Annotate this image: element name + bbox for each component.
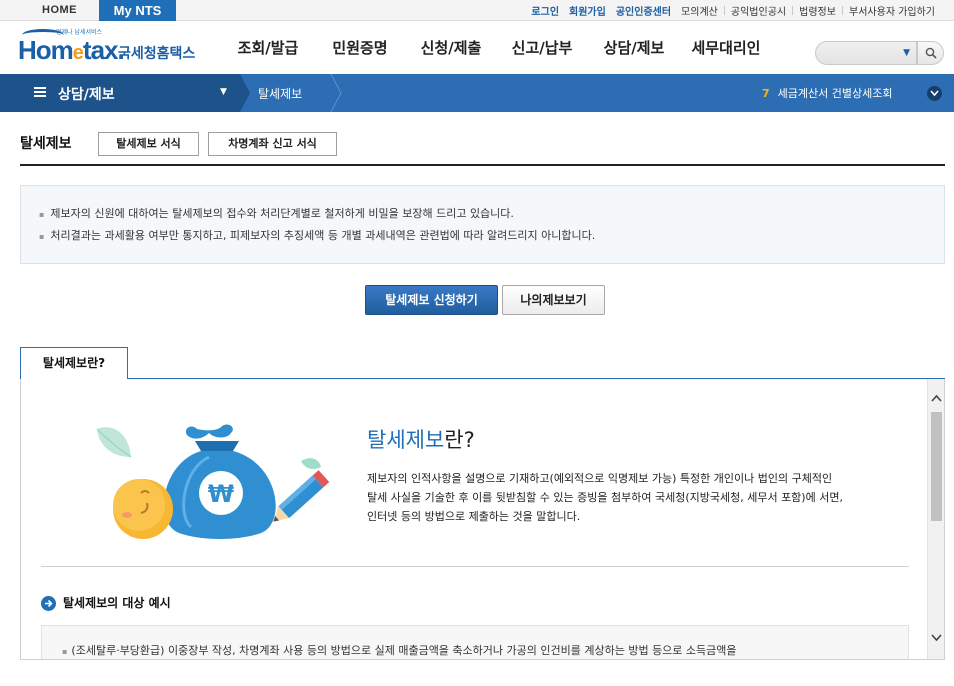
scroll-thumb[interactable] bbox=[931, 412, 942, 521]
nav-lookup-issue[interactable]: 조회/발급 bbox=[222, 37, 314, 58]
nav-civil-cert[interactable]: 민원증명 bbox=[314, 37, 406, 58]
svg-text:₩: ₩ bbox=[208, 480, 235, 508]
borrowed-account-form-button[interactable]: 차명계좌 신고 서식 bbox=[208, 132, 337, 156]
arrow-right-icon bbox=[45, 599, 53, 608]
heading-tail: 란? bbox=[444, 428, 475, 452]
location-main-title: 상담/제보 bbox=[58, 87, 115, 103]
nav-consult-report[interactable]: 상담/제보 bbox=[588, 37, 680, 58]
search-button[interactable] bbox=[917, 41, 944, 65]
law-info-link[interactable]: 법령정보 bbox=[794, 3, 841, 18]
utility-links: 로그인 회원가입 공인인증센터 모의계산 | 공익법인공시 | 법령정보 | 부… bbox=[526, 0, 940, 21]
recent-count: 7 bbox=[762, 87, 770, 100]
nav-apply-submit[interactable]: 신청/제출 bbox=[406, 37, 496, 58]
nav-report-pay[interactable]: 신고/납부 bbox=[496, 37, 588, 58]
recent-menu[interactable]: 7 세금계산서 건별상세조회 bbox=[762, 85, 892, 101]
hometax-logo[interactable]: 언제나 납세서비스 Hometax. 국세청홈택스 bbox=[18, 27, 198, 71]
example-item: (조세탈루·부당환급) 이중장부 작성, 차명계좌 사용 등의 방법으로 실제 … bbox=[62, 642, 736, 658]
caret-down-icon: ▼ bbox=[220, 87, 227, 97]
location-main-menu[interactable]: 상담/제보 ▼ bbox=[0, 74, 240, 112]
home-tab[interactable]: HOME bbox=[20, 0, 99, 21]
title-divider bbox=[20, 164, 945, 166]
public-corp-link[interactable]: 공익법인공시 bbox=[726, 3, 791, 18]
content-panel: ₩ 탈세제보란? 제보자의 인적사항을 설명으로 기재하고(예외적으로 익명제보… bbox=[20, 379, 945, 660]
logo-part-e: e bbox=[72, 42, 84, 64]
logo-korean: 국세청홈택스 bbox=[118, 46, 196, 62]
main-header: 언제나 납세서비스 Hometax. 국세청홈택스 조회/발급 민원증명 신청/… bbox=[0, 21, 954, 74]
section-heading: 탈세제보란? bbox=[367, 424, 475, 454]
location-bar: 상담/제보 ▼ 탈세제보 7 세금계산서 건별상세조회 bbox=[0, 74, 954, 112]
location-sub-title[interactable]: 탈세제보 bbox=[258, 85, 302, 102]
scroll-up-icon[interactable] bbox=[928, 391, 945, 407]
search-input[interactable]: ▼ bbox=[815, 41, 917, 65]
mock-calc-link[interactable]: 모의계산 bbox=[676, 3, 723, 18]
heading-highlight: 탈세제보 bbox=[367, 428, 445, 452]
examples-section-title: 탈세제보의 대상 예시 bbox=[63, 596, 171, 610]
arrow-circle-icon bbox=[41, 596, 56, 611]
page-title: 탈세제보 bbox=[20, 136, 72, 152]
logo-wordmark: Hometax. bbox=[18, 35, 125, 66]
top-utility-bar: HOME My NTS 로그인 회원가입 공인인증센터 모의계산 | 공익법인공… bbox=[0, 0, 954, 21]
global-nav: 조회/발급 민원증명 신청/제출 신고/납부 상담/제보 세무대리인 bbox=[222, 21, 772, 74]
dept-user-join-link[interactable]: 부서사용자 가입하기 bbox=[844, 3, 940, 18]
signup-link[interactable]: 회원가입 bbox=[564, 3, 611, 18]
mynts-tab[interactable]: My NTS bbox=[99, 0, 176, 21]
my-reports-button[interactable]: 나의제보보기 bbox=[502, 285, 605, 315]
notice-box: 제보자의 신원에 대하여는 탈세제보의 접수와 처리단계별로 철저하게 비밀을 … bbox=[20, 185, 945, 264]
cert-center-link[interactable]: 공인인증센터 bbox=[611, 3, 676, 18]
recent-toggle-button[interactable] bbox=[927, 86, 942, 101]
tab-what-is-tax-report[interactable]: 탈세제보란? bbox=[20, 347, 128, 379]
scroll-down-icon[interactable] bbox=[928, 629, 945, 645]
notice-line: 처리결과는 과세활용 여부만 통지하고, 피제보자의 추징세액 등 개별 과세내… bbox=[39, 227, 595, 243]
description-line: 인터넷 등의 방법으로 제출하는 것을 말합니다. bbox=[367, 510, 581, 523]
login-link[interactable]: 로그인 bbox=[526, 3, 564, 18]
breadcrumb-chevron-icon bbox=[330, 74, 342, 112]
tax-report-form-button[interactable]: 탈세제보 서식 bbox=[98, 132, 199, 156]
description-line: 탈세 사실을 기술한 후 이를 뒷받침할 수 있는 증빙을 첨부하여 국세청(지… bbox=[367, 491, 843, 504]
examples-box: (조세탈루·부당환급) 이중장부 작성, 차명계좌 사용 등의 방법으로 실제 … bbox=[41, 625, 909, 659]
money-bag-illustration: ₩ bbox=[96, 424, 330, 539]
apply-tax-report-button[interactable]: 탈세제보 신청하기 bbox=[365, 285, 498, 315]
logo-part-a: Hom bbox=[18, 35, 74, 65]
description-line: 제보자의 인적사항을 설명으로 기재하고(예외적으로 익명제보 가능) 특정한 … bbox=[367, 472, 833, 485]
breadcrumb-arrow-icon bbox=[240, 74, 250, 112]
search-icon bbox=[925, 47, 937, 59]
search-dropdown-icon[interactable]: ▼ bbox=[903, 48, 910, 58]
nav-tax-agent[interactable]: 세무대리인 bbox=[680, 37, 772, 58]
hamburger-icon bbox=[34, 87, 46, 97]
notice-line: 제보자의 신원에 대하여는 탈세제보의 접수와 처리단계별로 철저하게 비밀을 … bbox=[39, 205, 514, 221]
panel-scrollbar[interactable] bbox=[927, 379, 945, 659]
recent-menu-label: 세금계산서 건별상세조회 bbox=[777, 87, 893, 100]
chevron-down-icon bbox=[930, 90, 939, 97]
content-divider bbox=[41, 566, 909, 567]
